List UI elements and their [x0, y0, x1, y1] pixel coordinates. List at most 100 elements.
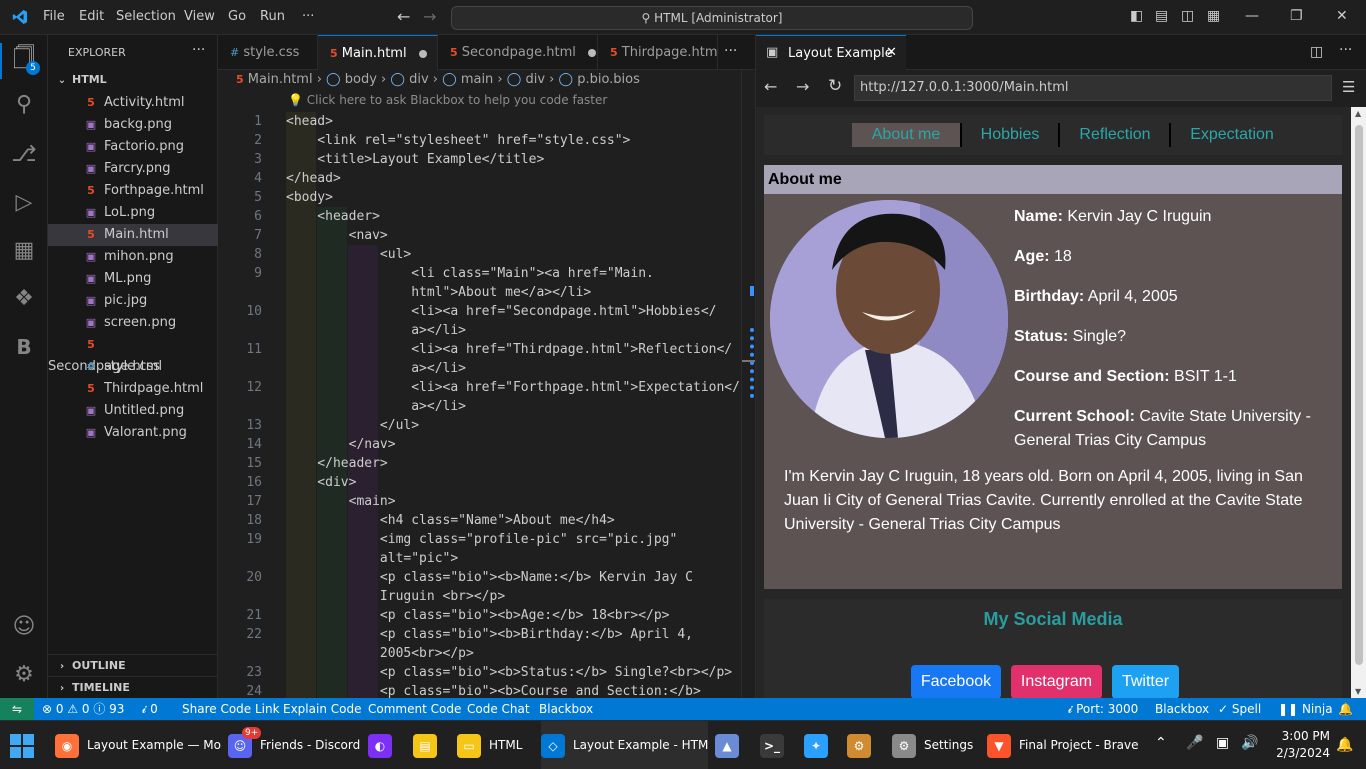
file-item[interactable]: ▣ backg.png — [48, 114, 218, 136]
file-item[interactable]: # style.css — [48, 356, 218, 378]
file-item[interactable]: ▣ Factorio.png — [48, 136, 218, 158]
breadcrumb-item[interactable]: div — [525, 72, 545, 87]
ninja-status[interactable]: ❚❚ Ninja — [1278, 698, 1333, 720]
file-item[interactable]: ▣ screen.png — [48, 312, 218, 334]
taskbar-app[interactable]: ▲ — [715, 721, 747, 769]
tab-secondpage-html[interactable]: 5 Secondpage.html — [438, 35, 598, 70]
taskbar-app[interactable]: ▼ Final Project - Brave — [987, 721, 1139, 769]
minimize-icon[interactable]: — — [1245, 8, 1259, 24]
blackbox-right[interactable]: Blackbox — [1155, 698, 1209, 720]
nav-expectation[interactable]: Expectation — [1171, 123, 1293, 147]
problems-indicator[interactable]: ⊗ 0 ⚠ 0 ⓘ 93 — [42, 698, 124, 720]
menu-view[interactable]: View — [184, 9, 215, 24]
split-editor-icon[interactable]: ◫ — [1310, 44, 1323, 60]
nav-about-me[interactable]: About me — [852, 123, 960, 147]
toggle-secondary-sidebar-icon[interactable]: ◫ — [1181, 8, 1194, 24]
tab-main-html[interactable]: 5 Main.html — [318, 35, 438, 70]
back-icon[interactable]: ← — [764, 77, 777, 96]
facebook-button[interactable]: Facebook — [911, 665, 1001, 698]
customize-layout-icon[interactable]: ▦ — [1207, 8, 1220, 24]
manage-gear-icon[interactable]: ⚙ — [10, 661, 38, 689]
file-item[interactable]: 5 Main.html — [48, 224, 218, 246]
file-item[interactable]: ▣ ML.png — [48, 268, 218, 290]
network-icon[interactable]: ▣ — [1216, 735, 1229, 751]
menu-go[interactable]: Go — [228, 9, 246, 24]
taskbar-app[interactable]: ◇ Layout Example - HTM — [541, 721, 709, 769]
tab-style-css[interactable]: # style.css — [218, 35, 318, 70]
hamburger-menu-icon[interactable]: ☰ — [1342, 78, 1355, 96]
share-code-link[interactable]: Share Code Link — [182, 698, 280, 720]
scroll-thumb[interactable] — [1355, 125, 1363, 665]
port-status[interactable]: 𝓲 Port: 3000 — [1068, 698, 1138, 720]
timeline-section[interactable]: › TIMELINE — [48, 677, 218, 699]
account-icon[interactable]: ☺ — [10, 613, 38, 641]
preview-tab[interactable]: ▣ Layout Example ✕ — [756, 35, 906, 70]
toggle-primary-sidebar-icon[interactable]: ◧ — [1130, 8, 1143, 24]
microphone-icon[interactable]: 🎤 — [1186, 735, 1203, 751]
blackbox-hint[interactable]: 💡 Click here to ask Blackbox to help you… — [288, 93, 607, 107]
toggle-panel-icon[interactable]: ▤ — [1155, 8, 1168, 24]
python-icon[interactable]: ❖ — [10, 285, 38, 313]
tab-thirdpage-html[interactable]: 5 Thirdpage.htm — [598, 35, 718, 70]
volume-icon[interactable]: 🔊 — [1241, 735, 1258, 751]
menu-edit[interactable]: Edit — [79, 9, 104, 24]
scroll-up-icon[interactable]: ▲ — [1355, 109, 1361, 118]
file-item[interactable]: 5 Thirdpage.html — [48, 378, 218, 400]
folder-row[interactable]: ⌄ HTML — [48, 69, 218, 91]
blackbox-icon[interactable]: B — [10, 333, 38, 361]
run-debug-icon[interactable]: ▷ — [10, 189, 38, 217]
breadcrumb-item[interactable]: main — [461, 72, 493, 87]
close-tab-icon[interactable]: ✕ — [886, 45, 897, 60]
file-item[interactable]: 5 Forthpage.html — [48, 180, 218, 202]
file-item[interactable]: ▣ pic.jpg — [48, 290, 218, 312]
menu-more[interactable]: ··· — [302, 9, 314, 24]
more-actions-icon[interactable]: ··· — [1339, 42, 1352, 58]
menu-selection[interactable]: Selection — [116, 9, 176, 24]
notifications-bell-icon[interactable]: 🔔 — [1338, 698, 1353, 720]
scroll-thumb[interactable] — [742, 360, 756, 362]
breadcrumb-item[interactable]: p.bio.bios — [577, 72, 640, 87]
menu-run[interactable]: Run — [260, 9, 285, 24]
extensions-icon[interactable]: ▦ — [10, 237, 38, 265]
spell-status[interactable]: ✓ Spell — [1218, 698, 1261, 720]
nav-hobbies[interactable]: Hobbies — [962, 123, 1058, 147]
ports-indicator[interactable]: 𝓲 0 — [142, 698, 158, 720]
outline-section[interactable]: › OUTLINE — [48, 655, 218, 677]
forward-arrow-icon[interactable]: → — [423, 7, 436, 26]
file-item[interactable]: ▣ Untitled.png — [48, 400, 218, 422]
file-item[interactable]: ▣ Valorant.png — [48, 422, 218, 444]
url-bar[interactable]: http://127.0.0.1:3000/Main.html — [854, 75, 1332, 101]
scroll-down-icon[interactable]: ▼ — [1355, 687, 1361, 696]
menu-file[interactable]: File — [43, 9, 65, 24]
tray-chevron-up-icon[interactable]: ⌃ — [1155, 735, 1167, 751]
close-icon[interactable]: ✕ — [1336, 8, 1348, 24]
taskbar-app[interactable]: ◉ Layout Example — Mo — [55, 721, 221, 769]
instagram-button[interactable]: Instagram — [1011, 665, 1102, 698]
preview-scrollbar[interactable]: ▲ ▼ — [1351, 107, 1366, 698]
file-item[interactable]: 5 Activity.html — [48, 92, 218, 114]
file-item[interactable]: ▣ mihon.png — [48, 246, 218, 268]
notification-icon[interactable]: 🔔 — [1336, 737, 1353, 753]
breadcrumb-item[interactable]: div — [409, 72, 429, 87]
taskbar-app[interactable]: >_ — [760, 721, 792, 769]
taskbar-app[interactable]: ▭ HTML — [457, 721, 522, 769]
code-chat[interactable]: Code Chat — [467, 698, 530, 720]
clock[interactable]: 3:00 PM 2/3/2024 — [1270, 728, 1330, 762]
forward-icon[interactable]: → — [796, 77, 809, 96]
file-item[interactable]: ▣ LoL.png — [48, 202, 218, 224]
remote-icon[interactable]: ⇋ — [0, 698, 34, 720]
taskbar-app[interactable]: ✦ — [804, 721, 836, 769]
back-arrow-icon[interactable]: ← — [397, 7, 410, 26]
command-center[interactable]: ⚲ HTML [Administrator] — [451, 6, 973, 30]
comment-code[interactable]: Comment Code — [368, 698, 461, 720]
explain-code[interactable]: Explain Code — [283, 698, 361, 720]
taskbar-app[interactable]: ⚙ — [847, 721, 879, 769]
search-icon[interactable]: ⚲ — [10, 91, 38, 119]
file-item[interactable]: ▣ Farcry.png — [48, 158, 218, 180]
tab-more-icon[interactable]: ··· — [724, 43, 737, 59]
taskbar-app[interactable]: ▤ — [413, 721, 445, 769]
blackbox-status[interactable]: Blackbox — [539, 698, 593, 720]
editor-scrollbar[interactable] — [741, 70, 756, 698]
file-item[interactable]: 5Secondpage.html — [48, 334, 218, 374]
taskbar-app[interactable]: ⚙ Settings — [892, 721, 973, 769]
